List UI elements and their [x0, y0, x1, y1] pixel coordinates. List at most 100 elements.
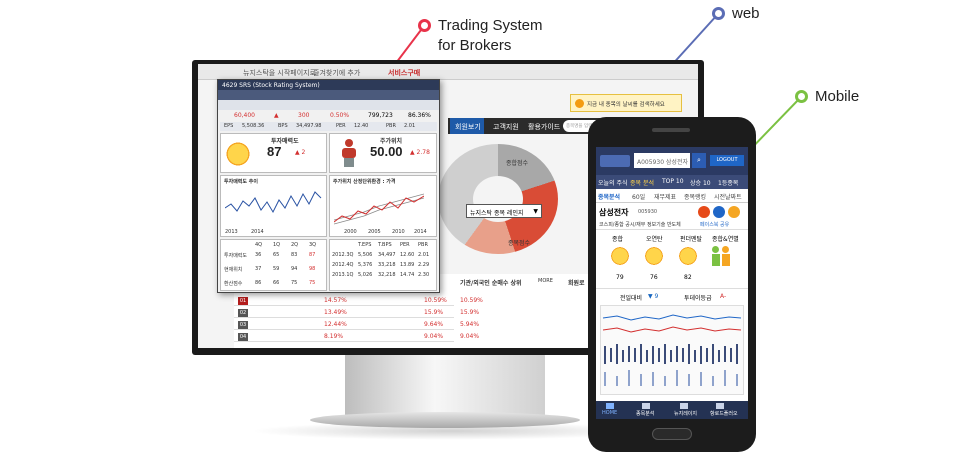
weather-banner[interactable]: 지금 내 종목의 날씨를 검색하세요	[570, 94, 682, 112]
metrics-row: EPS 5,508.36 BPS 34,497.98 PER 12.40 PBR…	[220, 122, 437, 131]
metric-label: PBR	[386, 123, 396, 129]
callout-label-mobile: Mobile	[815, 88, 860, 105]
rank-number: 04	[238, 333, 248, 341]
nav-top10[interactable]: TOP 10	[662, 178, 684, 185]
price-arrow: ▲	[274, 112, 279, 119]
axis-tick: 2013	[225, 229, 238, 235]
member-title: 회원로	[568, 280, 585, 287]
range-dropdown[interactable]: 뉴지스탁 종목 레인지 ▼	[466, 204, 542, 218]
weather-label: 오연탄	[646, 236, 663, 243]
stock-desc: 코스피/종합 공시/재무 정보기술 반도체	[599, 222, 681, 228]
list-item[interactable]: 01 14.57% 10.59%	[234, 296, 454, 306]
phone-home-button[interactable]	[652, 428, 692, 440]
rank-pct: 8.19%	[324, 333, 344, 340]
list-item[interactable]: 02 13.49% 15.9%	[234, 308, 454, 318]
g-icon[interactable]	[698, 206, 710, 218]
donut-label-total: 종합점수	[506, 160, 529, 167]
table-header: 2Q	[291, 242, 299, 248]
news-icon[interactable]	[680, 403, 688, 409]
footer-news[interactable]: 뉴지레이지	[674, 410, 697, 417]
price-bars	[602, 314, 742, 386]
ranking-title: 기관/외국인 순매수 상위	[460, 280, 522, 287]
subnav-ranking[interactable]: 종목랭킹	[684, 192, 706, 201]
rank-pct: 9.64%	[424, 321, 444, 328]
nav-first[interactable]: 1등종목	[718, 178, 738, 187]
table-header: T.EPS	[358, 242, 372, 248]
person-icon	[342, 139, 356, 167]
axis-tick: 2005	[368, 229, 381, 235]
rank-pct: 15.9%	[460, 309, 480, 316]
nav-analysis[interactable]: 종목 분석	[630, 178, 654, 187]
subnav-financials[interactable]: 재무제표	[654, 192, 676, 201]
sun-icon	[678, 246, 698, 266]
table-row-label: 투자매력도	[224, 253, 248, 259]
rank-pct: 13.49%	[324, 309, 347, 316]
table-cell: 36	[255, 252, 262, 258]
facebook-share-link[interactable]: 페이스북 공유	[700, 221, 729, 228]
volume: 799,723	[368, 112, 393, 119]
metric-value: 12.40	[354, 123, 369, 129]
nav-item-guide[interactable]: 활용가이드	[528, 122, 560, 132]
rank-pct: 10.59%	[460, 297, 483, 304]
nav-item-members[interactable]: 회원보기	[455, 122, 481, 132]
table-cell: 59	[273, 266, 280, 272]
ranking-more-link[interactable]: MORE	[538, 278, 553, 284]
weather-value: 76	[650, 274, 658, 281]
table-cell: 94	[291, 266, 298, 272]
n-icon[interactable]	[713, 206, 725, 218]
table-cell: 2.30	[418, 272, 430, 278]
price-change: 300	[298, 112, 310, 119]
rank-pct: 12.44%	[324, 321, 347, 328]
table-cell: 86	[255, 280, 262, 286]
rank-pct: 9.04%	[460, 333, 480, 340]
metric-value: 2.01	[404, 123, 416, 129]
portfolio-icon[interactable]	[716, 403, 724, 409]
ranking-list-right: 10.59% 15.9% 5.94% 9.04%	[460, 296, 560, 346]
table-cell: 37	[255, 266, 262, 272]
search-icon[interactable]: ⌕	[692, 153, 706, 168]
monitor-base	[310, 412, 580, 428]
subnav-chart[interactable]: 시전날짜트	[714, 192, 742, 201]
footer-analysis[interactable]: 종목분석	[636, 410, 654, 417]
tab-service[interactable]: 서비스구매	[388, 68, 420, 78]
nav-today[interactable]: 오늘의 주식	[598, 178, 628, 187]
list-item[interactable]: 04 8.19% 9.04%	[234, 332, 454, 342]
table-cell: 13.89	[400, 262, 415, 268]
attractiveness-line	[225, 191, 322, 214]
subnav-60days[interactable]: 60일	[632, 192, 645, 201]
footer-home[interactable]: HOME	[602, 410, 617, 416]
rank-pct: 5.94%	[460, 321, 480, 328]
table-cell: 87	[309, 252, 316, 258]
invest-label: 투데이등급	[684, 295, 712, 302]
footer-portfolio[interactable]: 항로드플러오	[710, 410, 738, 417]
rank-number: 02	[238, 309, 248, 317]
list-item[interactable]: 03 12.44% 9.64%	[234, 320, 454, 330]
logout-button[interactable]: LOGOUT	[710, 155, 744, 166]
callout-dot-trading	[418, 19, 431, 32]
table-cell: 2.01	[418, 252, 430, 258]
mobile-search-input[interactable]: A005930 삼성전자	[634, 153, 690, 168]
star-icon[interactable]	[728, 206, 740, 218]
mobile-stock-chart	[600, 305, 744, 395]
tab-bookmark[interactable]: 즐겨찾기에 추가	[313, 68, 360, 78]
position-change: ▲ 2.78	[410, 149, 430, 156]
weather-label: 종합&연별	[712, 236, 739, 243]
nav-item-support[interactable]: 고객지원	[493, 122, 519, 132]
tab-homepage[interactable]: 뉴지스탁을 시작페이지로	[243, 68, 316, 78]
banner-text: 지금 내 종목의 날씨를 검색하세요	[587, 102, 665, 108]
attractiveness-panel: 투자매력도 87 ▲ 2	[220, 133, 327, 173]
home-icon[interactable]	[606, 403, 614, 409]
metric-value: 5,508.36	[242, 123, 265, 129]
table-row-label: 현재위치	[224, 267, 243, 273]
compare-label: 전일대비	[620, 295, 643, 302]
mobile-nav: 오늘의 주식 종목 분석 TOP 10 상승 10 1등종목	[596, 175, 748, 189]
rank-pct: 15.9%	[424, 309, 444, 316]
table-cell: 14.74	[400, 272, 415, 278]
score-table: 4Q 1Q 2Q 3Q 투자매력도 36 65 83 87 현재위치 37 59…	[220, 239, 327, 291]
subnav-analysis[interactable]: 종목분석	[598, 192, 620, 201]
chart-icon[interactable]	[642, 403, 650, 409]
table-cell: 66	[273, 280, 280, 286]
table-cell: 5,026	[358, 272, 373, 278]
nav-rise10[interactable]: 상승 10	[690, 178, 711, 187]
rank-pct: 14.57%	[324, 297, 347, 304]
